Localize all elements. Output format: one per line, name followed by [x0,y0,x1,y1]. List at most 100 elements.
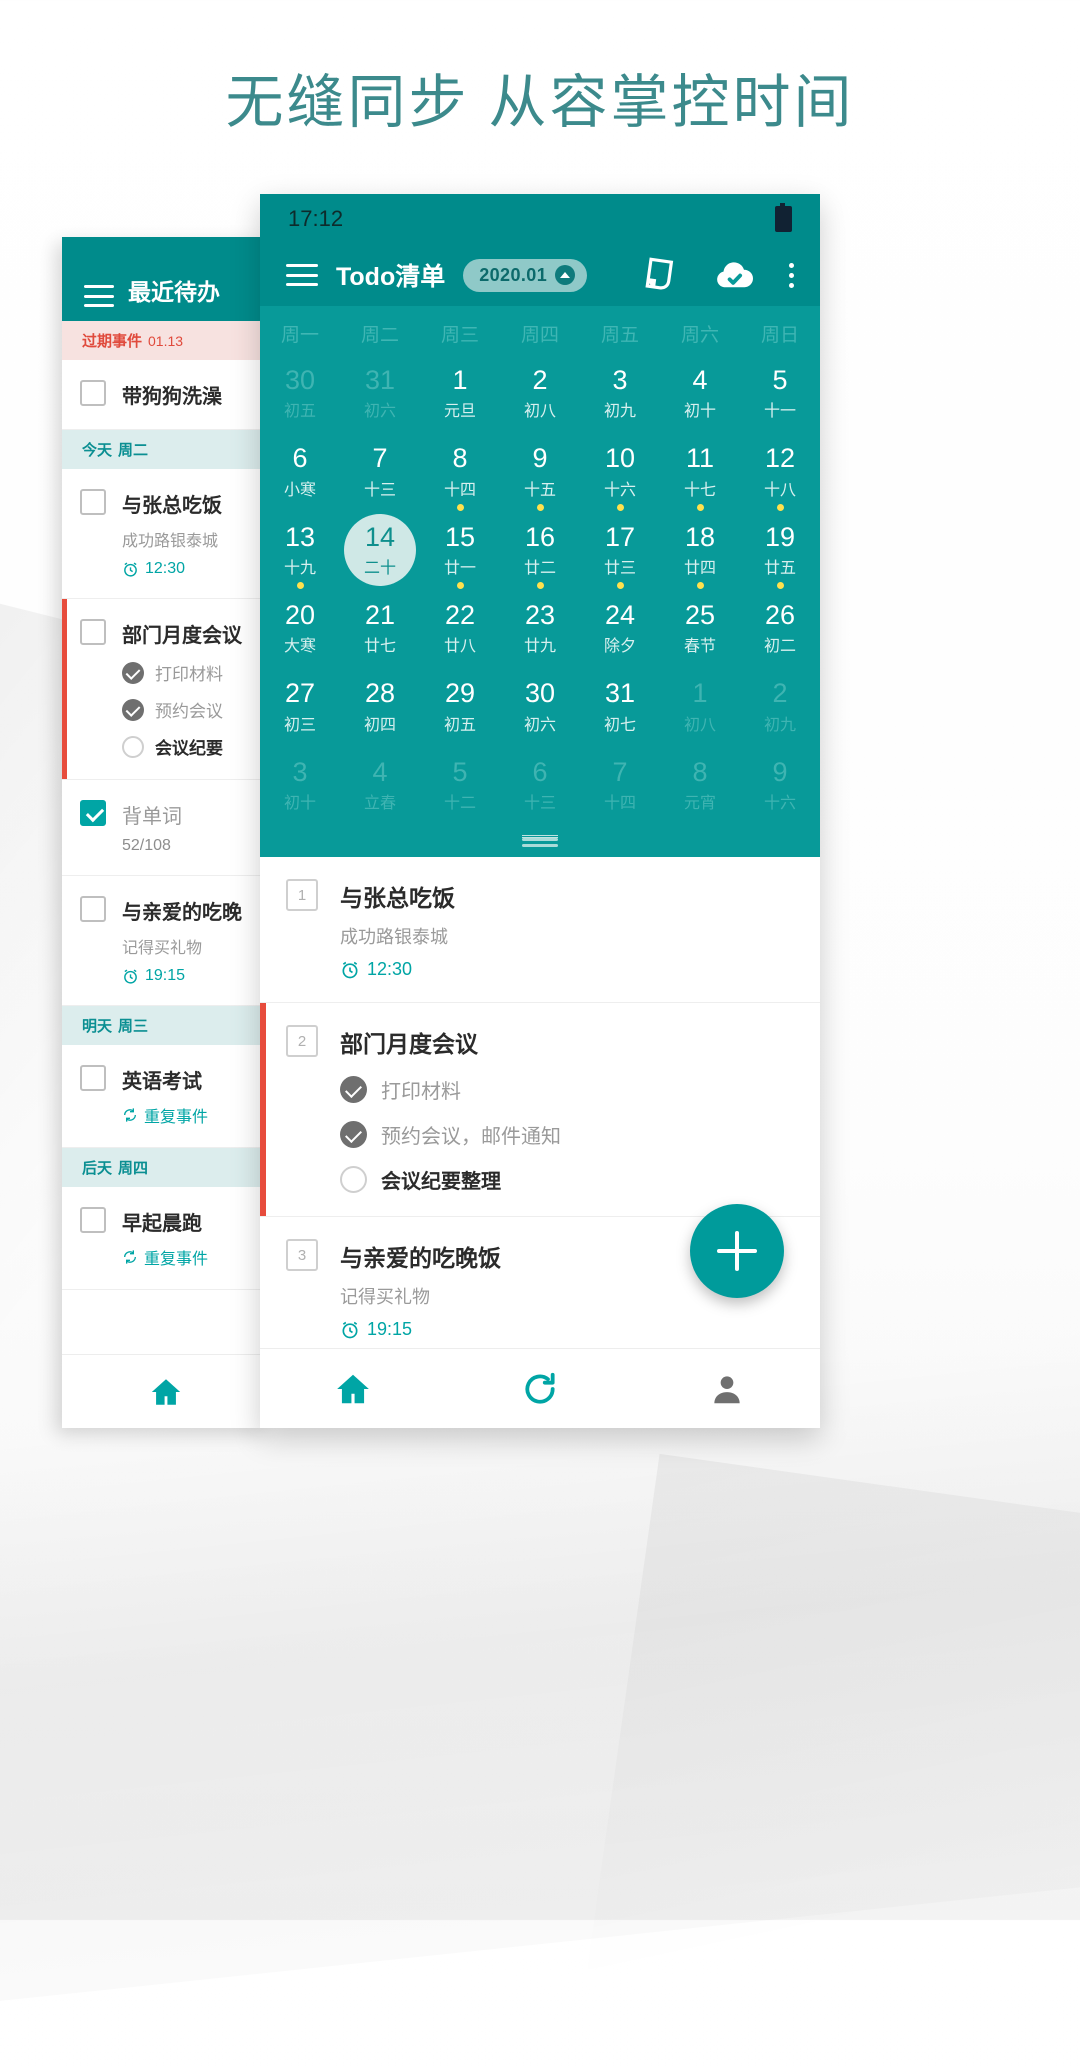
subtask-done-icon[interactable] [340,1121,367,1149]
calendar-day-cell[interactable]: 1 元旦 [420,366,500,432]
calendar-day-cell[interactable]: 10 十六 [580,444,660,511]
cloud-sync-done-icon[interactable] [713,254,755,296]
subtask-done-icon[interactable] [340,1076,367,1104]
calendar-day-number: 31 [364,365,396,395]
calendar-day-cell[interactable]: 6 小寒 [260,444,340,510]
subtask-row[interactable]: 打印材料 [340,1075,561,1104]
calendar-day-cell[interactable]: 17 廿三 [580,522,660,590]
calendar-day-cell[interactable]: 25 春节 [660,601,740,667]
sticky-note-icon[interactable] [641,256,679,294]
subtask-row[interactable]: 会议纪要 [122,734,242,759]
calendar-day-cell[interactable]: 5 十二 [420,757,500,824]
calendar-day-cell[interactable]: 13 十九 [260,522,340,590]
calendar-day-cell[interactable]: 6 十三 [500,757,580,824]
hamburger-icon[interactable] [84,285,114,307]
calendar-day-cell[interactable]: 12 十八 [740,443,820,511]
calendar-day-cell[interactable]: 3 初九 [580,366,660,432]
table-row[interactable]: 1 与张总吃饭 成功路银泰城 12:30 [260,857,820,1004]
calendar-day-cell[interactable]: 18 廿四 [660,522,740,590]
calendar-day-cell[interactable]: 7 十四 [580,757,660,824]
checkbox-icon[interactable] [80,1065,106,1091]
subtask-row[interactable]: 预约会议，邮件通知 [340,1120,561,1149]
calendar-day-cell[interactable]: 22 廿八 [420,601,500,667]
checkbox-icon[interactable] [80,1207,106,1233]
calendar-day-cell[interactable]: 23 廿九 [500,601,580,667]
subtask-row[interactable]: 打印材料 [122,660,242,685]
calendar-day-cell[interactable]: 31 初七 [580,679,660,745]
sync-icon[interactable] [521,1370,559,1408]
calendar-day-cell[interactable]: 19 廿五 [740,522,820,590]
checkbox-icon[interactable] [80,489,106,515]
list-item[interactable]: 早起晨跑 重复事件 [62,1187,270,1290]
alarm-icon [342,1321,358,1338]
calendar-day-lunar: 元宵 [683,795,716,813]
hamburger-icon[interactable] [286,264,318,286]
calendar-day-cell[interactable]: 1 初八 [660,679,740,745]
right-appbar-title: Todo清单 [336,263,446,291]
calendar-day-cell[interactable]: 7 十三 [340,444,420,510]
calendar-day-cell[interactable]: 30 初六 [500,679,580,745]
calendar-day-cell[interactable]: 29 初五 [420,679,500,745]
calendar-day-cell[interactable]: 8 元宵 [660,757,740,824]
calendar-day-number: 25 [684,600,716,631]
more-vertical-icon[interactable] [789,262,794,288]
calendar-day-cell[interactable]: 3 初十 [260,757,340,824]
calendar-day-cell[interactable]: 9 十六 [740,757,820,824]
calendar-day-number: 12 [764,443,796,474]
calendar-day-cell[interactable]: 24 除夕 [580,601,660,667]
checkbox-icon[interactable] [80,380,106,406]
add-task-fab[interactable] [690,1204,784,1298]
calendar-event-dot [456,582,464,590]
calendar-day-cell[interactable]: 15 廿一 [420,522,500,590]
calendar-day-cell[interactable]: 14 二十 [340,514,420,589]
table-row[interactable]: 2 部门月度会议 打印材料 预约会议，邮件通知 会议纪要整理 [260,1003,820,1218]
calendar-day-cell[interactable]: 31 初六 [340,366,420,432]
subtask-row[interactable]: 会议纪要整理 [340,1165,561,1194]
calendar-day-cell[interactable]: 11 十七 [660,444,740,511]
calendar-day-number: 5 [772,365,788,395]
sheet-grabber-icon[interactable] [522,835,558,848]
subtask-row[interactable]: 预约会议 [122,697,242,722]
person-icon[interactable] [708,1370,746,1408]
month-selector[interactable]: 2020.01 [463,258,588,292]
list-item[interactable]: 背单词 52/108 [62,780,270,876]
calendar-day-cell[interactable]: 26 初二 [740,601,820,667]
calendar-day-lunar: 十五 [523,481,556,499]
task-index[interactable]: 2 [286,1025,318,1058]
calendar-day-cell[interactable]: 4 初十 [660,366,740,432]
list-item[interactable]: 与张总吃饭 成功路银泰城 12:30 [62,469,270,599]
subtask-done-icon[interactable] [122,698,144,721]
list-item[interactable]: 带狗狗洗澡 [62,360,270,430]
calendar-event-dot [696,582,704,590]
calendar-day-cell[interactable]: 5 十一 [740,366,820,432]
calendar-day-cell[interactable]: 8 十四 [420,443,500,511]
calendar-day-cell[interactable]: 27 初三 [260,679,340,745]
task-index[interactable]: 3 [286,1239,318,1272]
calendar-day-cell[interactable]: 2 初九 [740,679,820,745]
task-index[interactable]: 1 [286,879,318,912]
calendar-day-cell[interactable]: 30 初五 [260,366,340,432]
home-icon[interactable] [334,1370,372,1408]
checkbox-icon[interactable] [80,619,106,645]
background-swoosh-right [587,1453,1080,2066]
calendar-day-cell[interactable]: 28 初四 [340,679,420,745]
subtask-done-icon[interactable] [122,661,144,684]
calendar-day-cell[interactable]: 20 大寒 [260,601,340,667]
calendar-day-cell[interactable]: 9 十五 [500,444,580,511]
subtask-open-icon[interactable] [122,735,144,758]
repeat-icon [124,1250,136,1264]
calendar-day-lunar: 初九 [763,716,796,734]
list-item[interactable]: 与亲爱的吃晚 记得买礼物 19:15 [62,876,270,1006]
calendar-day-cell[interactable]: 16 廿二 [500,522,580,590]
calendar-day-number: 8 [452,443,468,474]
chevron-up-icon [555,265,576,285]
list-item[interactable]: 英语考试 重复事件 [62,1045,270,1148]
calendar-day-cell[interactable]: 21 廿七 [340,601,420,667]
checkbox-icon[interactable] [80,896,106,922]
calendar-day-cell[interactable]: 4 立春 [340,757,420,824]
home-icon[interactable] [149,1375,183,1409]
subtask-open-icon[interactable] [340,1166,367,1194]
checkbox-checked-icon[interactable] [80,800,106,826]
calendar-day-cell[interactable]: 2 初八 [500,366,580,432]
list-item[interactable]: 部门月度会议 打印材料 预约会议 会议纪要 [62,599,270,780]
